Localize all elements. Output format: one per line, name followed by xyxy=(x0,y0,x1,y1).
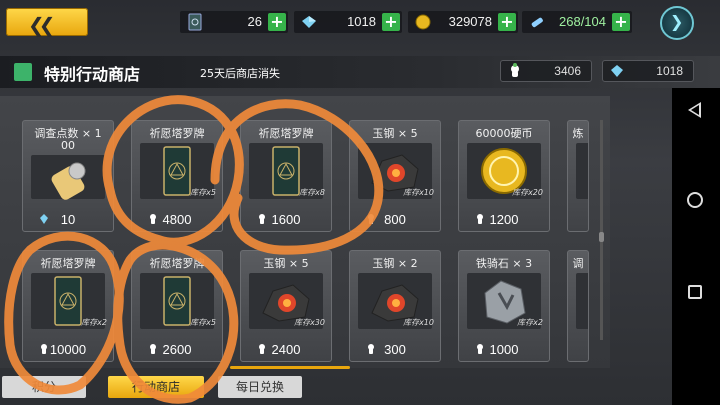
item-price: 1600 xyxy=(271,212,301,227)
chevron-badge-icon: ❯ xyxy=(670,12,684,31)
item-name-line2: 00 xyxy=(61,139,75,152)
resource-cards: 26 + xyxy=(180,11,288,33)
add-crystals-button[interactable]: + xyxy=(382,13,400,31)
stock-label: 库存x2 xyxy=(517,318,543,327)
shop-item-card[interactable]: 玉钢 × 5 库存x30 2400 xyxy=(240,250,332,362)
back-button[interactable]: ❮❮ xyxy=(6,8,88,37)
item-price: 10 xyxy=(60,212,76,227)
item-name: 调 xyxy=(572,257,584,270)
shop-item-card[interactable]: 60000硬币库存x20 1200 xyxy=(458,120,550,232)
stock-label: 库存x30 xyxy=(294,318,325,327)
shop-item-card[interactable]: 祈愿塔罗牌库存x2 10000 xyxy=(22,250,114,362)
item-price: 4800 xyxy=(162,212,192,227)
horizontal-scroll-indicator xyxy=(230,366,350,369)
cube-icon xyxy=(14,63,32,81)
settings-button[interactable]: ❯ xyxy=(660,6,694,40)
stock-label: 库存x10 xyxy=(403,318,434,327)
recents-icon[interactable] xyxy=(688,285,702,299)
shop-item-card[interactable]: 玉钢 × 5 库存x10 800 xyxy=(349,120,441,232)
shop-item-card[interactable]: 炼 xyxy=(567,120,589,232)
item-price: 2600 xyxy=(162,342,192,357)
item-name: 玉钢 × 5 xyxy=(263,257,309,270)
points-balance: 3406 xyxy=(500,60,592,82)
tab-action-shop[interactable]: 行动商店 xyxy=(108,376,204,398)
item-name: 60000硬币 xyxy=(475,127,533,140)
stamina-icon xyxy=(531,17,543,28)
shop-item-card[interactable]: 祈愿塔罗牌库存x8 1600 xyxy=(240,120,332,232)
item-name: 玉钢 × 2 xyxy=(372,257,418,270)
page-title: 特别行动商店 xyxy=(44,65,141,84)
ticket-icon xyxy=(31,155,105,200)
shop-item-card[interactable]: 祈愿塔罗牌库存x5 4800 xyxy=(131,120,223,232)
item-price: 1000 xyxy=(489,342,519,357)
coin-icon xyxy=(415,14,431,30)
tab-points[interactable]: 积分 xyxy=(2,376,86,398)
add-stamina-button[interactable]: + xyxy=(612,13,630,31)
home-icon[interactable] xyxy=(687,192,703,208)
item-price: 10000 xyxy=(49,342,87,357)
item-name: 炼 xyxy=(572,127,584,140)
resource-crystals: 1018 + xyxy=(294,11,402,33)
stock-label: 库存x10 xyxy=(403,188,434,197)
item-icon xyxy=(576,143,588,199)
shop-item-card[interactable]: 调查点数 × 1 00 10 xyxy=(22,120,114,232)
stock-label: 库存x5 xyxy=(190,318,216,327)
stock-label: 库存x8 xyxy=(299,188,325,197)
shop-item-card[interactable]: 调 xyxy=(567,250,589,362)
item-icon xyxy=(576,273,588,329)
shop-item-card[interactable]: 玉钢 × 2 库存x10 300 xyxy=(349,250,441,362)
stock-label: 库存x2 xyxy=(81,318,107,327)
add-coins-button[interactable]: + xyxy=(498,13,516,31)
scrollbar-track[interactable] xyxy=(600,120,603,340)
chevron-left-icon: ❮❮ xyxy=(28,13,55,37)
shop-item-card[interactable]: 铁骑石 × 3 库存x2 1000 xyxy=(458,250,550,362)
android-nav-bar xyxy=(672,88,720,405)
expire-notice: 25天后商店消失 xyxy=(200,67,280,80)
item-price: 2400 xyxy=(271,342,301,357)
item-price: 1200 xyxy=(489,212,519,227)
item-name: 祈愿塔罗牌 xyxy=(258,127,314,140)
crystal-icon xyxy=(302,16,316,28)
item-price: 300 xyxy=(384,342,406,357)
item-price: 800 xyxy=(384,212,406,227)
resource-coins: 329078 + xyxy=(408,11,518,33)
item-name: 祈愿塔罗牌 xyxy=(40,257,96,270)
item-name: 祈愿塔罗牌 xyxy=(149,257,205,270)
stock-label: 库存x5 xyxy=(190,188,216,197)
shop-item-card[interactable]: 祈愿塔罗牌库存x5 2600 xyxy=(131,250,223,362)
add-cards-button[interactable]: + xyxy=(268,13,286,31)
resource-stamina: 268/104 + xyxy=(522,11,632,33)
scrollbar-thumb[interactable] xyxy=(599,232,604,242)
item-name: 玉钢 × 5 xyxy=(372,127,418,140)
crystal-icon xyxy=(611,65,623,77)
back-icon-inner xyxy=(691,105,699,115)
ghost-icon xyxy=(511,63,519,77)
card-icon xyxy=(188,13,202,31)
item-name: 铁骑石 × 3 xyxy=(475,257,533,270)
stock-label: 库存x20 xyxy=(512,188,543,197)
item-name: 祈愿塔罗牌 xyxy=(149,127,205,140)
crystal-balance: 1018 xyxy=(602,60,694,82)
tab-daily-exchange[interactable]: 每日兑换 xyxy=(218,376,302,398)
